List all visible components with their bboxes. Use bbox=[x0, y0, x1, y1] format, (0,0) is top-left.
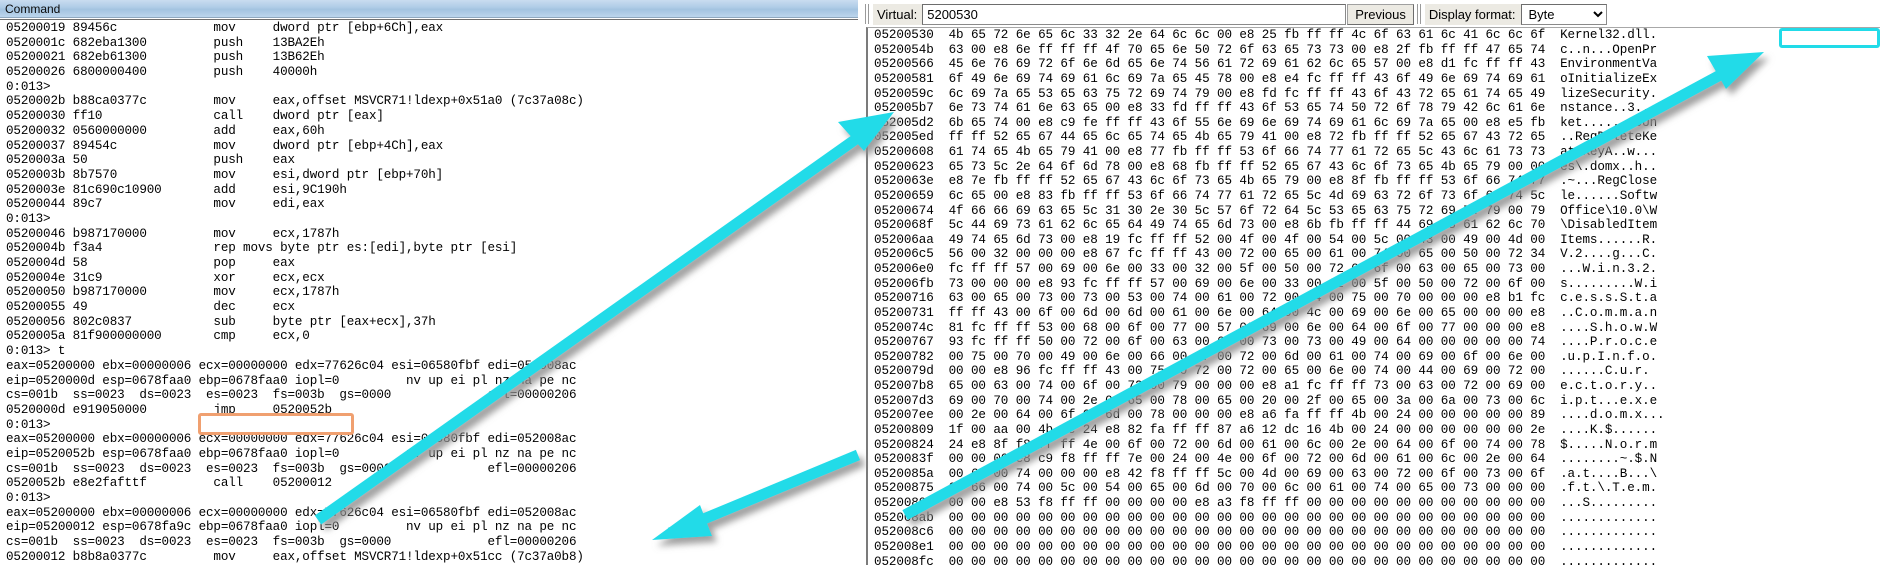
toolbar-separator bbox=[1415, 4, 1423, 24]
virtual-address-label: Virtual: bbox=[873, 3, 923, 25]
command-window-titlebar[interactable]: Command bbox=[0, 0, 858, 18]
memory-dump-text: 05200530 4b 65 72 6e 65 6c 33 32 2e 64 6… bbox=[874, 28, 1665, 565]
virtual-address-input[interactable] bbox=[922, 3, 1347, 25]
command-window: Command 05200019 89456c mov dword ptr [e… bbox=[0, 0, 858, 565]
command-window-title: Command bbox=[5, 1, 61, 16]
previous-button[interactable]: Previous bbox=[1347, 3, 1414, 25]
toolbar-grip-handle[interactable] bbox=[864, 4, 871, 24]
display-format-select[interactable]: ByteWordDouble WordQuad WordASCIIUnicode… bbox=[1520, 3, 1607, 25]
display-format-label: Display format: bbox=[1424, 3, 1521, 25]
memory-dump-area[interactable]: 05200530 4b 65 72 6e 65 6c 33 32 2e 64 6… bbox=[866, 27, 1880, 565]
command-output-area[interactable]: 05200019 89456c mov dword ptr [ebp+6Ch],… bbox=[0, 19, 858, 565]
screenshot-root: Command 05200019 89456c mov dword ptr [e… bbox=[0, 0, 1880, 565]
memory-toolbar: Virtual: Previous Display format: ByteWo… bbox=[864, 2, 1878, 26]
memory-window: Virtual: Previous Display format: ByteWo… bbox=[862, 0, 1880, 565]
command-output-text: 05200019 89456c mov dword ptr [ebp+6Ch],… bbox=[6, 21, 584, 565]
